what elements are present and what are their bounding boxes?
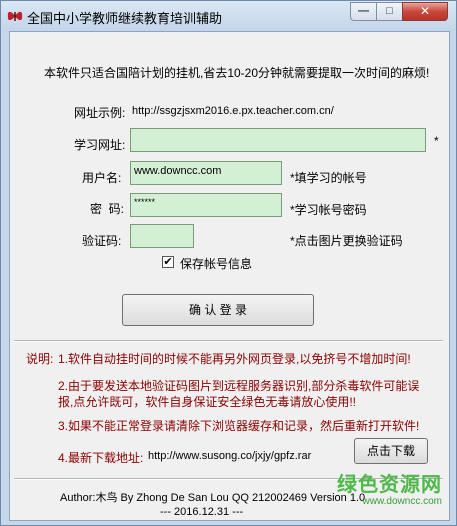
study-url-input[interactable] (130, 128, 426, 152)
note-item-3: 3.如果不能正常登录请清除下浏览器缓存和记录，然后重新打开软件! (58, 419, 420, 433)
author-info: Author:木鸟 By Zhong De San Lou QQ 2120024… (60, 492, 366, 504)
username-input[interactable]: www.downcc.com (130, 161, 282, 185)
study-url-required-mark: * (434, 134, 439, 148)
login-button[interactable]: 确 认 登 录 (122, 294, 314, 326)
minimize-icon: — (358, 5, 369, 17)
username-hint: *填学习的帐号 (290, 171, 367, 185)
download-url[interactable]: http://www.susong.co/jxjy/gpfz.rar (148, 450, 311, 462)
remember-checkbox[interactable]: ✔ (162, 256, 174, 268)
close-button[interactable]: ✕ (402, 2, 448, 21)
watermark: 绿色资源网 www.downcc.com (337, 474, 442, 507)
password-input[interactable]: ****** (130, 193, 282, 217)
title-bar[interactable]: 全国中小学教师继续教育培训辅助 — □ ✕ (1, 1, 456, 31)
divider (14, 340, 443, 342)
app-logo-icon (7, 11, 23, 21)
main-panel: 本软件只适合国陪计划的挂机,省去10-20分钟就需要提取一次时间的麻烦! 网址示… (9, 31, 450, 521)
username-label: 用户名: (82, 171, 122, 185)
notice-text: 本软件只适合国陪计划的挂机,省去10-20分钟就需要提取一次时间的麻烦! (44, 66, 430, 80)
maximize-icon: □ (386, 5, 393, 17)
note-item-2: 2.由于要发送本地验证码图片到远程服务器识别,部分杀毒软件可能误 (58, 379, 420, 393)
app-window: 全国中小学教师继续教育培训辅助 — □ ✕ 本软件只适合国陪计划的挂机,省去10… (0, 0, 457, 526)
study-url-label: 学习网址: (74, 138, 126, 152)
remember-label[interactable]: 保存帐号信息 (180, 255, 252, 272)
window-title: 全国中小学教师继续教育培训辅助 (27, 11, 223, 26)
maximize-button[interactable]: □ (376, 2, 403, 21)
note-item-2-cont: 报,点允许既可，软件自身保证安全绿色无毒请放心使用!! (58, 395, 357, 409)
captcha-hint: *点击图片更换验证码 (290, 234, 403, 248)
url-example-value: http://ssgzjsxm2016.e.px.teacher.com.cn/ (132, 105, 334, 117)
password-hint: *学习帐号密码 (290, 203, 367, 217)
note-item-4: 4.最新下载地址: (58, 451, 144, 465)
watermark-text: 绿色资源网 (337, 474, 442, 496)
minimize-button[interactable]: — (350, 2, 377, 21)
close-icon: ✕ (419, 4, 431, 18)
download-button[interactable]: 点击下载 (354, 438, 428, 464)
notes-title: 说明: (26, 352, 54, 366)
captcha-label: 验证码: (82, 234, 122, 248)
release-date: --- 2016.12.31 --- (160, 506, 244, 518)
watermark-url: www.downcc.com (362, 496, 442, 507)
captcha-input[interactable] (130, 224, 194, 248)
checkmark-icon: ✔ (163, 256, 173, 268)
password-label: 密 码: (90, 202, 125, 216)
url-example-label: 网址示例: (74, 106, 126, 120)
note-item-1: 1.软件自动挂时间的时候不能再另外网页登录,以免挤号不增加时间! (58, 352, 411, 366)
